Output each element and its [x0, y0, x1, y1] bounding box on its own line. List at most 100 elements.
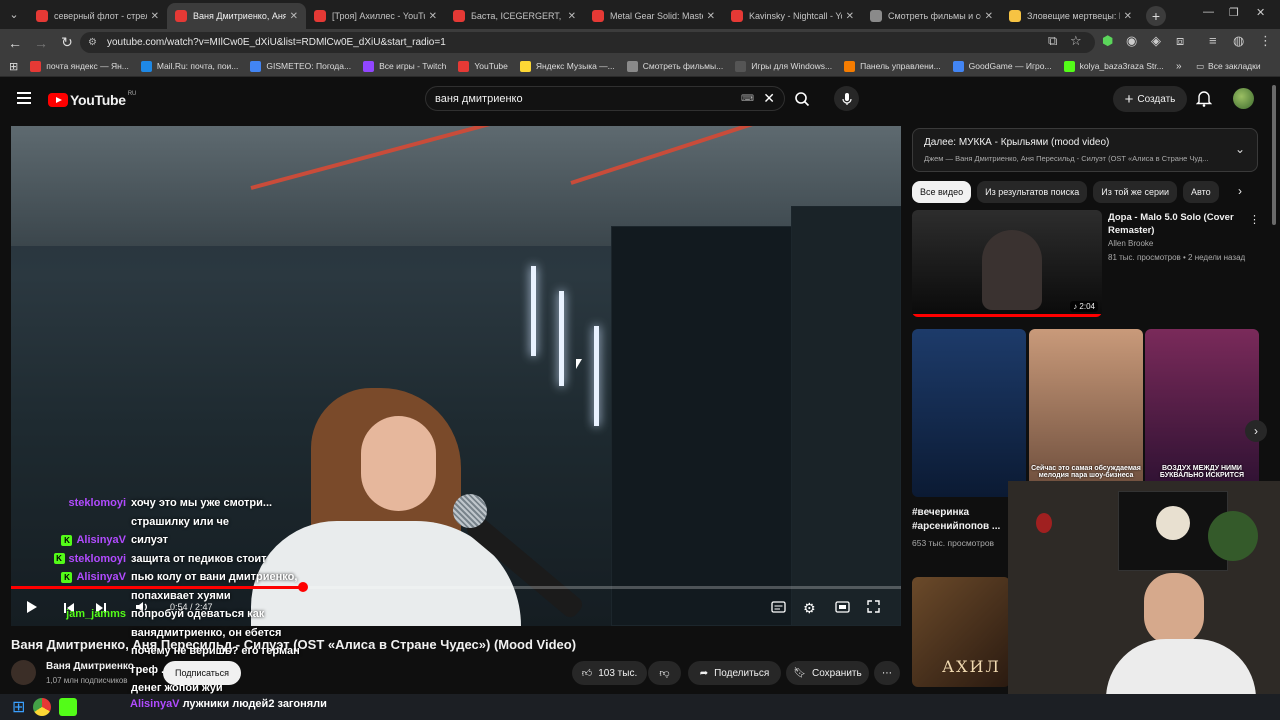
webcam-ornament — [1036, 513, 1052, 533]
shorts-next-button[interactable]: › — [1245, 420, 1267, 442]
short-thumbnail[interactable]: Сейчас это самая обсуждаемая мелодия пар… — [1029, 329, 1143, 497]
profile-icon[interactable]: ◍ — [1233, 33, 1244, 49]
more-vert-icon[interactable]: ⋮ — [1249, 213, 1260, 226]
recommended-channel[interactable]: Allen Brooke — [1108, 239, 1153, 248]
play-button[interactable] — [26, 600, 38, 614]
page-scrollbar[interactable] — [1272, 85, 1276, 225]
menu-dots-icon[interactable]: ⋮ — [1259, 33, 1272, 49]
bookmark-item[interactable]: kolya_baza3raza Str... — [1063, 60, 1164, 72]
bookmark-item[interactable]: YouTube — [458, 60, 508, 72]
short-thumbnail[interactable] — [912, 329, 1026, 497]
bookmark-item[interactable]: Mail.Ru: почта, пои... — [140, 60, 238, 72]
extensions-puzzle-icon[interactable]: ⧈ — [1176, 33, 1184, 49]
windows-start-icon[interactable]: ⊞ — [12, 697, 25, 717]
theater-mode-button[interactable] — [835, 601, 850, 613]
new-tab-button[interactable]: + — [1146, 6, 1166, 26]
site-info-icon[interactable]: ⚙ — [88, 37, 99, 48]
forward-icon[interactable]: → — [30, 35, 52, 51]
short-thumbnail[interactable]: ВОЗДУХ МЕЖДУ НИМИ БУКВАЛЬНО ИСКРИТСЯ — [1145, 329, 1259, 497]
address-bar[interactable]: ⚙ youtube.com/watch?v=MIlCw0E_dXiU&list=… — [80, 32, 1095, 53]
youtube-logo[interactable]: YouTube RU — [48, 91, 136, 108]
subtitles-button[interactable] — [771, 601, 786, 613]
tab-close-icon[interactable]: ✕ — [985, 11, 993, 22]
chips-next-icon[interactable]: › — [1238, 184, 1242, 198]
browser-tab[interactable]: Ваня Дмитриенко, Аня Пересильд ✕ — [167, 3, 306, 29]
tab-search-icon[interactable]: ⌄ — [0, 0, 28, 29]
fullscreen-icon — [867, 600, 880, 613]
bookmark-item[interactable]: GISMETEO: Погода... — [250, 60, 351, 72]
keyboard-icon[interactable]: ⌨ — [741, 93, 754, 104]
settings-button[interactable]: ⚙ — [803, 600, 816, 617]
notifications-bell-icon[interactable] — [1196, 90, 1212, 107]
bookmarks-bar: ⊞ почта яндекс — Ян... Mail.Ru: почта, по… — [0, 56, 1280, 77]
bookmarks-overflow-icon[interactable]: » — [1176, 61, 1182, 72]
maximize-icon[interactable]: ❐ — [1229, 6, 1239, 19]
browser-tab[interactable]: Metal Gear Solid: Master ✕ — [584, 3, 723, 29]
all-bookmarks[interactable]: ▭ Все закладки — [1196, 61, 1261, 72]
bookmark-item[interactable]: почта яндекс — Ян... — [30, 60, 129, 72]
extension-icon[interactable]: ◉ — [1126, 33, 1137, 49]
recommended-thumbnail[interactable]: ♪ 2:04 — [912, 210, 1102, 317]
tab-close-icon[interactable]: ✕ — [429, 11, 437, 22]
chevron-down-icon[interactable]: ⌄ — [1235, 142, 1245, 156]
share-button[interactable]: ➦ Поделиться — [688, 661, 781, 685]
chrome-taskbar-icon[interactable] — [33, 698, 52, 716]
tab-close-icon[interactable]: ✕ — [151, 11, 159, 22]
apps-grid-icon[interactable]: ⊞ — [9, 60, 18, 73]
browser-tab[interactable]: северный флот - стрельба ✕ — [28, 3, 167, 29]
close-window-icon[interactable]: ✕ — [1256, 6, 1265, 19]
tab-close-icon[interactable]: ✕ — [707, 11, 715, 22]
voice-search-button[interactable] — [834, 86, 859, 111]
tab-title: Баста, ICEGERGERT, MAKS — [471, 11, 564, 21]
tab-close-icon[interactable]: ✕ — [568, 11, 576, 22]
guide-menu-icon[interactable] — [17, 92, 31, 104]
filter-chip[interactable]: Из результатов поиска — [977, 181, 1088, 203]
fullscreen-button[interactable] — [867, 600, 880, 613]
bookmark-item[interactable]: Яндекс Музыка —... — [519, 60, 615, 72]
browser-tab[interactable]: Баста, ICEGERGERT, MAKS ✕ — [445, 3, 584, 29]
tab-close-icon[interactable]: ✕ — [290, 11, 298, 22]
bookmark-label: Панель управлени... — [860, 61, 941, 71]
youtube-header: YouTube RU ваня дмитриенко ⌨ ✕ + Создать — [0, 77, 1280, 121]
short-caption: ВОЗДУХ МЕЖДУ НИМИ БУКВАЛЬНО ИСКРИТСЯ — [1159, 465, 1245, 479]
media-icon[interactable]: ≡ — [1209, 33, 1217, 48]
bookmark-item[interactable]: GoodGame — Игро... — [952, 60, 1052, 72]
browser-tab[interactable]: Смотреть фильмы и сериалы ✕ — [862, 3, 1001, 29]
search-input[interactable]: ваня дмитриенко ⌨ ✕ — [425, 86, 785, 111]
reload-icon[interactable]: ↻ — [56, 34, 78, 51]
bookmark-item[interactable]: Панель управлени... — [844, 60, 941, 72]
extension-icon[interactable]: ◈ — [1151, 33, 1161, 49]
back-icon[interactable]: ← — [4, 35, 26, 51]
tab-close-icon[interactable]: ✕ — [846, 11, 854, 22]
minimize-icon[interactable]: — — [1203, 6, 1214, 18]
browser-tab[interactable]: Зловещие мертвецы: По ✕ — [1001, 3, 1140, 29]
recommended-thumbnail[interactable]: АХИЛ — [912, 577, 1010, 687]
recommended-title[interactable]: Дора - Malo 5.0 Solo (Cover Remaster) — [1108, 211, 1243, 237]
bookmark-item[interactable]: Игры для Windows... — [735, 60, 832, 72]
bookmark-item[interactable]: Смотреть фильмы... — [626, 60, 723, 72]
clear-search-icon[interactable]: ✕ — [763, 90, 775, 107]
channel-name[interactable]: Ваня Дмитриенко — [46, 661, 134, 672]
create-button[interactable]: + Создать — [1113, 86, 1187, 112]
bookmark-item[interactable]: Все игры - Twitch — [363, 60, 446, 72]
extension-icon[interactable]: ⬢ — [1102, 33, 1113, 49]
filter-chip[interactable]: Все видео — [912, 181, 972, 203]
tab-close-icon[interactable]: ✕ — [1124, 11, 1132, 22]
more-actions-button[interactable]: ⋯ — [874, 661, 900, 685]
like-button[interactable]: 👍︎ 103 тыс. — [572, 661, 647, 685]
filter-chip[interactable]: Из той же серии — [1093, 181, 1178, 203]
account-avatar[interactable] — [1233, 88, 1254, 109]
cast-icon[interactable]: ⧉ — [1048, 33, 1057, 49]
save-button[interactable]: 🔖︎ Сохранить — [786, 661, 869, 685]
short-title[interactable]: #вечеринка #арсенийпопов ... — [912, 506, 1007, 534]
browser-tab[interactable]: [Троя] Ахиллес - YouTube ✕ — [306, 3, 445, 29]
dislike-button[interactable]: 👎︎ — [648, 661, 681, 685]
search-button[interactable] — [786, 86, 818, 111]
kick-taskbar-icon[interactable] — [59, 698, 78, 716]
filter-chip[interactable]: Авто — [1183, 181, 1219, 203]
up-next-panel[interactable]: Далее: МУККА - Крыльями (mood video) Дже… — [912, 128, 1258, 172]
channel-avatar[interactable] — [11, 660, 36, 685]
browser-tab[interactable]: Kavinsky - Nightcall - YouTube ✕ — [723, 3, 862, 29]
subscribe-button[interactable]: Подписаться — [163, 661, 241, 685]
bookmark-star-icon[interactable]: ☆ — [1070, 33, 1082, 49]
